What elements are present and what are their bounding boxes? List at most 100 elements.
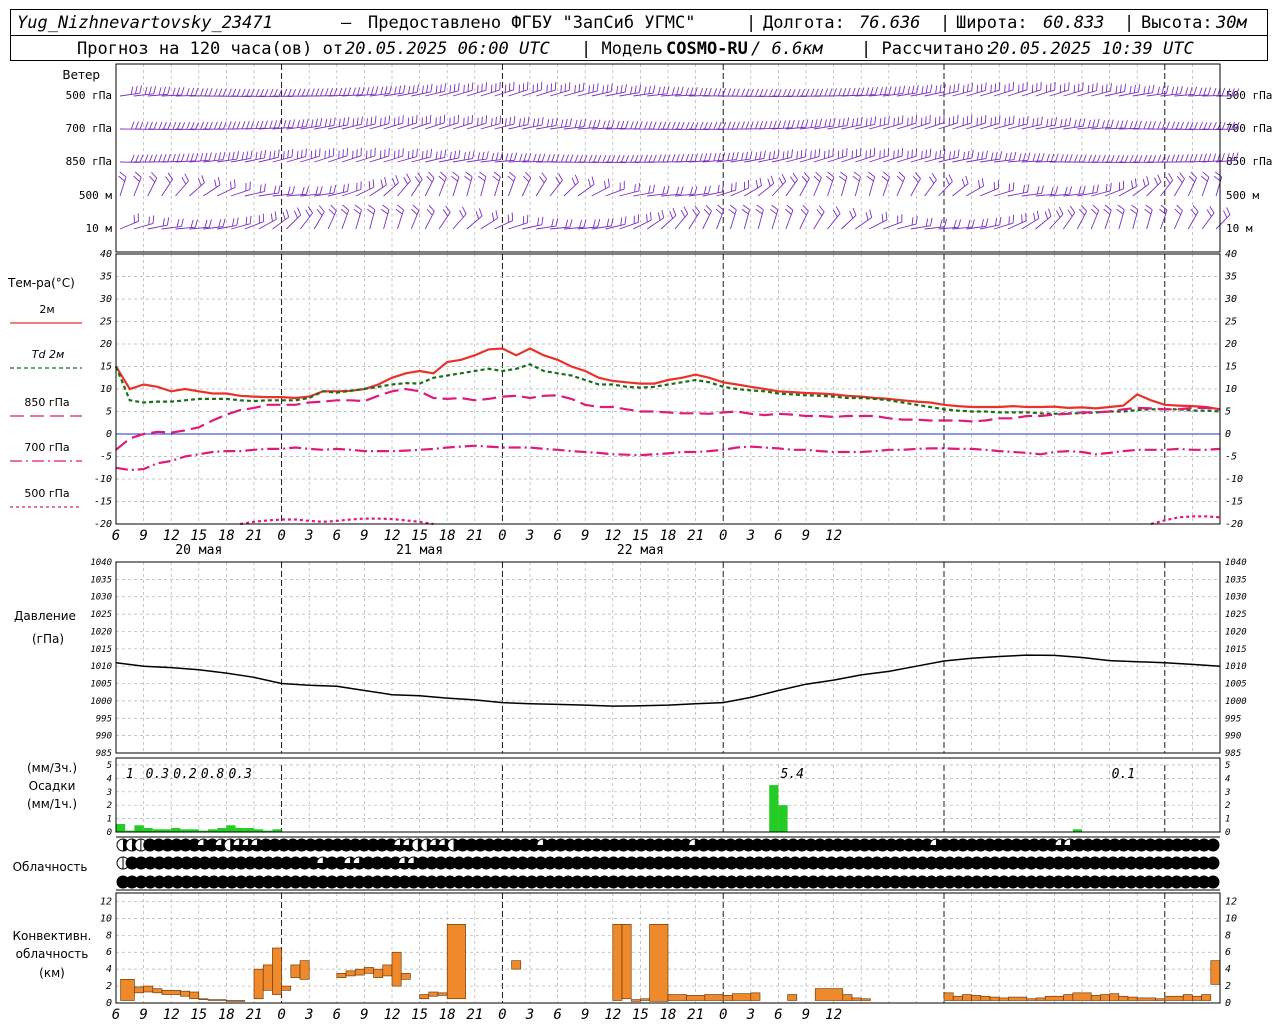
wind-barb-feather bbox=[269, 151, 272, 160]
wind-barb-feather bbox=[935, 85, 938, 94]
wind-barb-feather bbox=[393, 150, 396, 159]
convective-bar bbox=[842, 994, 853, 1001]
wind-barb-feather bbox=[287, 119, 291, 128]
wind-barb-feather bbox=[925, 85, 928, 94]
convective-bar bbox=[152, 988, 163, 994]
wind-barb-feather bbox=[965, 175, 969, 184]
wind-barb-feather bbox=[1166, 154, 1171, 163]
x-tick-label: 3 bbox=[746, 1007, 755, 1023]
wind-barb bbox=[1173, 210, 1183, 230]
wind-barb-feather bbox=[699, 153, 703, 162]
convective-bar bbox=[1044, 995, 1064, 1001]
wind-barb bbox=[397, 180, 411, 197]
wind-barb-feather bbox=[1199, 87, 1203, 96]
wind-barb-feather bbox=[384, 116, 386, 125]
wind-barb bbox=[452, 213, 467, 230]
wind-barb-feather bbox=[868, 171, 875, 178]
wind-barb-feather bbox=[1092, 154, 1097, 163]
convective-title: Конвективн. bbox=[13, 929, 92, 943]
wind-barb-feather bbox=[569, 118, 573, 127]
wind-barb-feather bbox=[676, 154, 680, 162]
wind-barb-feather bbox=[1077, 83, 1080, 92]
wind-barb-feather bbox=[471, 82, 474, 91]
wind-barb-feather bbox=[186, 87, 190, 96]
wind-barb-feather bbox=[785, 208, 792, 215]
wind-barb-feather bbox=[945, 177, 950, 185]
y-tick-label-right: 1010 bbox=[1225, 662, 1247, 672]
wind-barb-feather bbox=[1203, 121, 1208, 130]
wind-barb-feather bbox=[414, 176, 421, 184]
wind-barb-feather bbox=[167, 86, 171, 95]
x-tick-label: 6 bbox=[774, 528, 782, 544]
wind-barb-feather bbox=[130, 154, 135, 163]
wind-barb-feather bbox=[1171, 154, 1175, 163]
wind-barb-feather bbox=[277, 149, 280, 158]
wind-barb-feather bbox=[729, 204, 737, 211]
wind-barb-feather bbox=[768, 151, 771, 160]
wind-barb-feather bbox=[246, 88, 251, 97]
wind-barb-feather bbox=[347, 116, 350, 125]
precip-sum-label: 0.1 bbox=[1112, 767, 1135, 782]
wind-barb-feather bbox=[661, 209, 665, 218]
wind-barb-feather bbox=[555, 176, 561, 185]
convective-bar bbox=[943, 992, 954, 1001]
wind-barb-feather bbox=[158, 154, 163, 162]
wind-barb-feather bbox=[680, 186, 684, 195]
wind-barb-feather bbox=[181, 176, 187, 185]
wind-barb-feather bbox=[759, 151, 762, 160]
wind-barb-feather bbox=[319, 88, 324, 97]
wind-barb-feather bbox=[172, 153, 176, 162]
y-tick-label-left: 1035 bbox=[90, 575, 112, 585]
wind-barb-feather bbox=[408, 85, 411, 95]
y-tick-label-left: -5 bbox=[100, 452, 112, 463]
wind-barb-feather bbox=[912, 175, 919, 183]
wind-barb-feather bbox=[643, 86, 647, 95]
wind-barb-feather bbox=[204, 121, 209, 130]
wind-barb-feather bbox=[329, 185, 332, 194]
wind-barb-feather bbox=[616, 120, 620, 129]
wind-barb-feather bbox=[1188, 175, 1196, 183]
wind-barb-feather bbox=[507, 175, 515, 182]
wind-barb-feather bbox=[342, 204, 349, 211]
convective-bar bbox=[290, 964, 301, 978]
wind-barb-feather bbox=[657, 121, 662, 130]
wind-barb-feather bbox=[342, 117, 346, 126]
wind-barb-feather bbox=[578, 83, 581, 92]
wind-barb-feather bbox=[796, 151, 799, 160]
wind-barb-feather bbox=[999, 216, 1002, 225]
x-tick-label: 9 bbox=[139, 1007, 147, 1023]
x-tick-label: 15 bbox=[411, 528, 428, 544]
wind-barb-feather bbox=[1120, 154, 1125, 163]
wind-barb-feather bbox=[731, 152, 735, 161]
wind-barb-feather bbox=[564, 83, 567, 92]
wind-barb-feather bbox=[1179, 85, 1183, 94]
wind-barb bbox=[410, 178, 423, 197]
wind-barb-feather bbox=[579, 119, 582, 128]
wind-barb-feather bbox=[1110, 83, 1112, 92]
y-tick-label-right: -10 bbox=[1225, 474, 1243, 485]
precip-unit-3h: (мм/3ч.) bbox=[27, 761, 77, 775]
wind-barb-feather bbox=[1138, 120, 1142, 129]
wind-barb bbox=[535, 178, 547, 197]
wind-barb-feather bbox=[1032, 153, 1036, 162]
convective-bar bbox=[851, 997, 862, 1001]
x-tick-label: 15 bbox=[632, 528, 649, 544]
legend-label: Td 2м bbox=[32, 348, 65, 361]
wind-barb-feather bbox=[194, 219, 198, 228]
wind-barb-feather bbox=[588, 85, 591, 94]
x-tick-label: 18 bbox=[660, 1007, 677, 1023]
wind-barb-feather bbox=[792, 172, 798, 180]
wind-barb-feather bbox=[287, 186, 291, 195]
wind-barb bbox=[189, 182, 205, 197]
wind-barb-feather bbox=[801, 88, 805, 97]
wind-barb bbox=[702, 210, 712, 230]
wind-barb-feather bbox=[569, 154, 574, 163]
wind-barb-feather bbox=[176, 87, 181, 96]
wind-barb-feather bbox=[703, 121, 708, 130]
wind-barb-feather bbox=[314, 149, 317, 158]
wind-barb-feather bbox=[1074, 154, 1078, 163]
convective-bar bbox=[336, 973, 347, 978]
precip-bar bbox=[769, 785, 779, 832]
wind-barb-feather bbox=[435, 85, 438, 94]
wind-barb-feather bbox=[814, 149, 816, 158]
